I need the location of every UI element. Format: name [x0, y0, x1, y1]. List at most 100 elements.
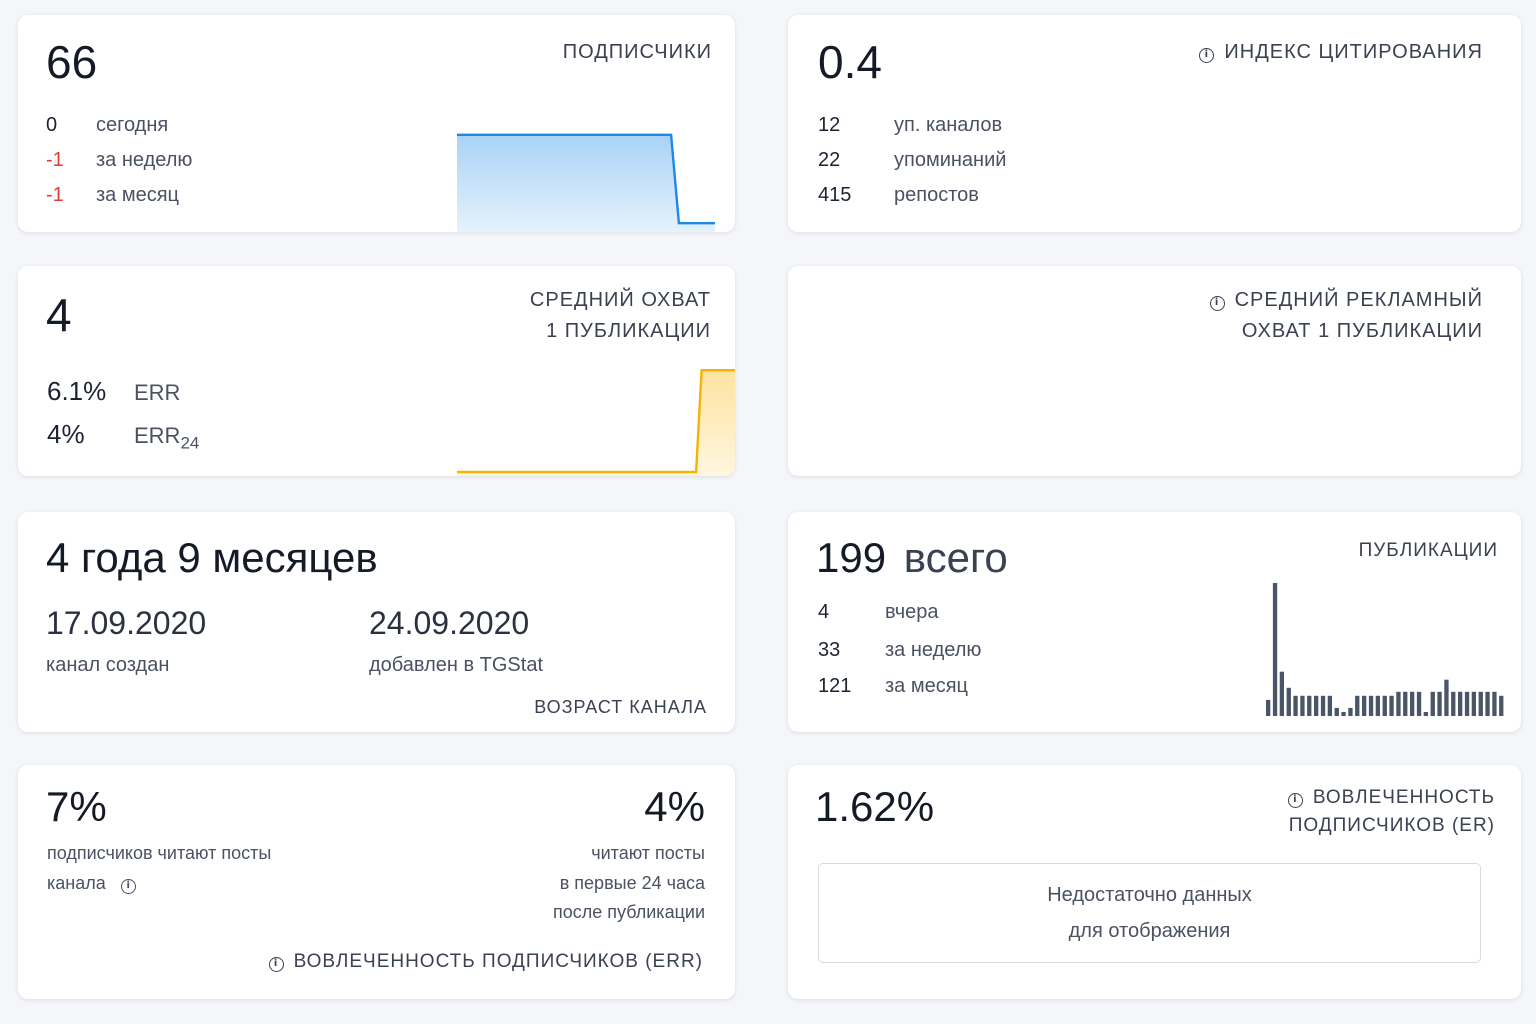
err-left-label-1: подписчиков читают посты: [47, 843, 272, 863]
stat-row-reposts: 415 репостов: [818, 184, 979, 207]
stat-value: -1: [46, 184, 64, 206]
stat-value: 33: [818, 639, 841, 661]
err-left-label-2: канала i: [47, 873, 146, 894]
reach-sparkline: [457, 369, 735, 476]
no-data-line2: для отображения: [1068, 920, 1231, 942]
posts-bar: [1348, 707, 1353, 716]
stat-row-today: 0 сегодня: [46, 114, 168, 137]
posts-bar: [1478, 691, 1483, 716]
stat-value: 121: [818, 675, 852, 697]
citation-card[interactable]: 0.4 i ИНДЕКС ЦИТИРОВАНИЯ 12 уп. каналов 2…: [788, 15, 1521, 232]
posts-bar: [1492, 691, 1497, 716]
posts-bar: [1451, 691, 1456, 716]
posts-bar: [1485, 691, 1490, 716]
err-right-label-2: в первые 24 часа: [559, 873, 705, 893]
err-card[interactable]: 7% подписчиков читают посты канала i 4% …: [18, 765, 735, 999]
stat-value: 0: [46, 114, 58, 136]
info-icon[interactable]: i: [268, 957, 284, 972]
posts-bar: [1272, 583, 1278, 716]
posts-total-value: 199: [816, 534, 887, 581]
posts-bar: [1362, 695, 1367, 716]
posts-card[interactable]: 199 всего ПУБЛИКАЦИИ 4 вчера 33 за недел…: [788, 512, 1521, 732]
err-row: 6.1% ERR: [47, 376, 180, 407]
added-label: добавлен в TGStat: [369, 654, 544, 676]
er-title-line2: ПОДПИСЧИКОВ (ER): [1288, 815, 1495, 836]
posts-bar: [1307, 695, 1312, 716]
stat-label: сегодня: [96, 114, 169, 136]
posts-bar: [1355, 695, 1360, 716]
posts-bar: [1334, 707, 1339, 716]
posts-bar: [1341, 712, 1346, 716]
posts-bar: [1464, 691, 1470, 716]
posts-bar: [1437, 691, 1442, 716]
posts-bar-chart: [1266, 583, 1504, 716]
stat-value: -1: [46, 149, 64, 171]
posts-bar: [1458, 691, 1463, 716]
channel-age-card[interactable]: 4 года 9 месяцев 17.09.2020 канал создан…: [18, 512, 735, 732]
posts-title: ПУБЛИКАЦИИ: [1358, 540, 1498, 561]
subscribers-sparkline: [457, 133, 715, 232]
stat-label: за неделю: [96, 149, 193, 171]
citation-index: 0.4: [818, 36, 882, 88]
err-right-value: 4%: [644, 783, 705, 830]
posts-bar: [1320, 695, 1326, 716]
stat-value: 415: [818, 184, 852, 206]
stat-row-mentions: 22 упоминаний: [818, 149, 1006, 172]
subscribers-card[interactable]: 66 ПОДПИСЧИКИ 0 сегодня -1 за неделю -1 …: [18, 15, 735, 232]
ad-reach-title: i СРЕДНИЙ РЕКЛАМНЫЙ ОХВАТ 1 ПУБЛИКАЦИИ: [1209, 285, 1483, 347]
posts-bar: [1389, 695, 1394, 716]
stat-value: 12: [818, 114, 841, 136]
err-label: ERR: [134, 380, 181, 405]
er-card[interactable]: 1.62% i ВОВЛЕЧЕННОСТЬ ПОДПИСЧИКОВ (ER) Не…: [788, 765, 1521, 999]
info-icon[interactable]: i: [1199, 48, 1215, 63]
err-title-text: ВОВЛЕЧЕННОСТЬ ПОДПИСЧИКОВ (ERR): [293, 951, 703, 972]
stat-row-yesterday: 4 вчера: [818, 601, 939, 624]
reach-title-line1: СРЕДНИЙ ОХВАТ: [529, 289, 711, 311]
series-line: [457, 369, 735, 474]
info-icon[interactable]: i: [1287, 793, 1303, 808]
err24-row: 4% ERR24: [47, 419, 199, 453]
posts-bar: [1430, 691, 1435, 716]
posts-bar: [1375, 695, 1380, 716]
ad-reach-card[interactable]: i СРЕДНИЙ РЕКЛАМНЫЙ ОХВАТ 1 ПУБЛИКАЦИИ: [788, 266, 1521, 476]
stat-label: за месяц: [96, 184, 180, 206]
err-left-value: 7%: [46, 783, 107, 830]
reach-title-line2: 1 ПУБЛИКАЦИИ: [546, 320, 711, 342]
posts-bar: [1499, 695, 1504, 716]
err24-value: 4%: [47, 419, 85, 449]
info-icon[interactable]: i: [1209, 296, 1225, 311]
reach-card[interactable]: 4 СРЕДНИЙ ОХВАТ 1 ПУБЛИКАЦИИ 6.1% ERR 4%…: [18, 266, 735, 476]
err-value: 6.1%: [47, 376, 107, 406]
citation-title-text: ИНДЕКС ЦИТИРОВАНИЯ: [1224, 41, 1483, 63]
posts-bar: [1416, 691, 1422, 716]
posts-bar: [1314, 695, 1319, 716]
created-label: канал создан: [46, 654, 170, 676]
posts-bar: [1293, 695, 1298, 716]
posts-bar: [1423, 712, 1428, 716]
no-data-line1: Недостаточно данных: [1047, 884, 1252, 906]
stat-value: 22: [818, 149, 841, 171]
err-right-label-1: читают посты: [591, 843, 705, 863]
subscribers-title: ПОДПИСЧИКИ: [562, 41, 712, 63]
info-icon[interactable]: i: [120, 879, 136, 894]
ad-reach-title-line1: СРЕДНИЙ РЕКЛАМНЫЙ: [1234, 289, 1483, 311]
channel-age-value: 4 года 9 месяцев: [46, 534, 378, 581]
added-date: 24.09.2020: [369, 605, 530, 641]
posts-bar: [1327, 695, 1332, 716]
posts-bar: [1279, 671, 1284, 716]
stat-label: репостов: [894, 184, 979, 206]
posts-bar: [1286, 687, 1291, 716]
posts-bar: [1444, 679, 1449, 716]
stat-label: уп. каналов: [894, 114, 1003, 136]
posts-bar: [1368, 695, 1374, 716]
err-title: i ВОВЛЕЧЕННОСТЬ ПОДПИСЧИКОВ (ERR): [268, 950, 703, 974]
stat-row-channels: 12 уп. каналов: [818, 114, 1002, 137]
posts-bar: [1403, 691, 1408, 716]
posts-bar: [1471, 691, 1476, 716]
subscribers-count: 66: [46, 36, 98, 88]
posts-bar: [1396, 691, 1401, 716]
stat-label: вчера: [885, 601, 939, 623]
reach-value: 4: [46, 289, 72, 341]
stat-label: за неделю: [885, 639, 982, 661]
err24-subscript: 24: [180, 433, 200, 453]
